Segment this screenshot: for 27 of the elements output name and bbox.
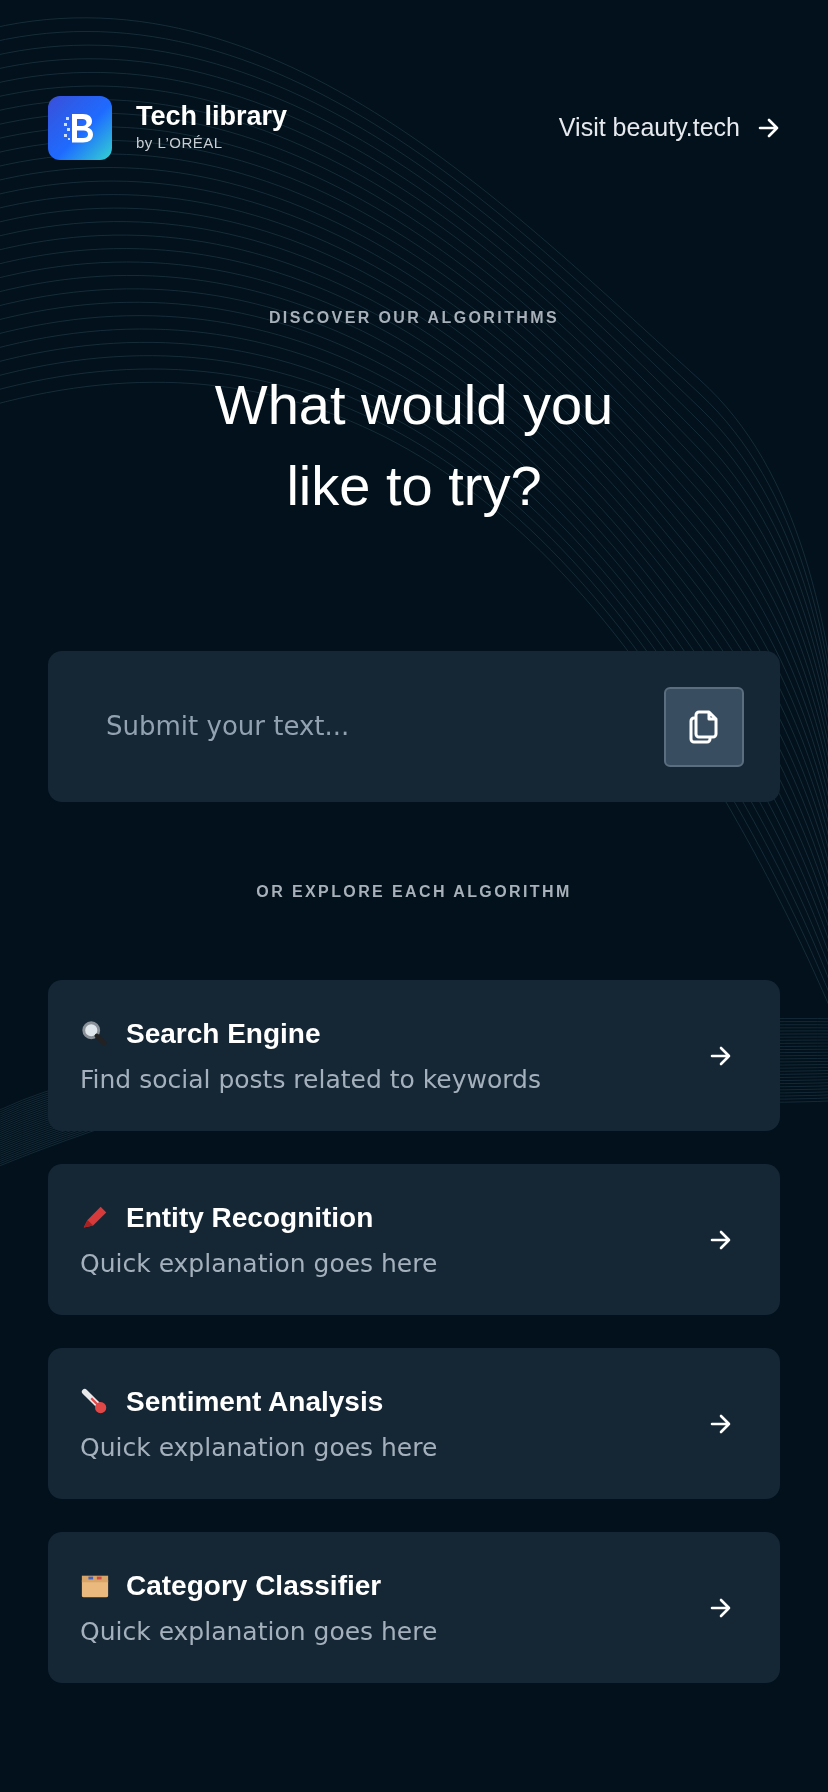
arrow-icon: [710, 1413, 732, 1434]
card-title: Sentiment Analysis: [126, 1385, 384, 1420]
visit-link[interactable]: Visit beauty.tech: [558, 109, 780, 147]
card-description: Find social posts related to keywords: [80, 1064, 542, 1097]
arrow-icon: [710, 1045, 732, 1066]
algorithm-card[interactable]: Entity Recognition Quick explanation goes here: [48, 1164, 780, 1316]
arrow-icon: [710, 1229, 732, 1250]
card-title: Search Engine: [126, 1017, 321, 1052]
section-label: OR EXPLORE EACH ALGORITHM: [255, 882, 573, 903]
copy-icon: [688, 708, 720, 745]
app-title: Tech library: [136, 101, 288, 132]
brand-subtitle: by L’ORÉAL: [136, 132, 224, 153]
card-title: Category Classifier: [126, 1569, 382, 1604]
logo-icon[interactable]: [48, 96, 112, 160]
page-heading: What would you like to try?: [213, 372, 615, 520]
card-description: Quick explanation goes here: [80, 1432, 439, 1465]
arrow-icon: [710, 1597, 732, 1618]
algorithm-card[interactable]: Search Engine Find social posts related to keywords: [48, 980, 780, 1132]
algorithm-card[interactable]: Sentiment Analysis Quick explanation goes here: [48, 1348, 780, 1500]
card-title: Entity Recognition: [126, 1201, 374, 1236]
eyebrow-text: DISCOVER OUR ALGORITHMS: [267, 308, 561, 328]
text-input-field[interactable]: Submit your text...: [104, 706, 664, 748]
copy-button[interactable]: [664, 686, 744, 767]
algorithm-card[interactable]: Category Classifier Quick explanation goes here: [48, 1532, 780, 1684]
arrow-icon: [758, 118, 780, 138]
card-description: Quick explanation goes here: [80, 1616, 439, 1649]
card-description: Quick explanation goes here: [80, 1248, 439, 1281]
